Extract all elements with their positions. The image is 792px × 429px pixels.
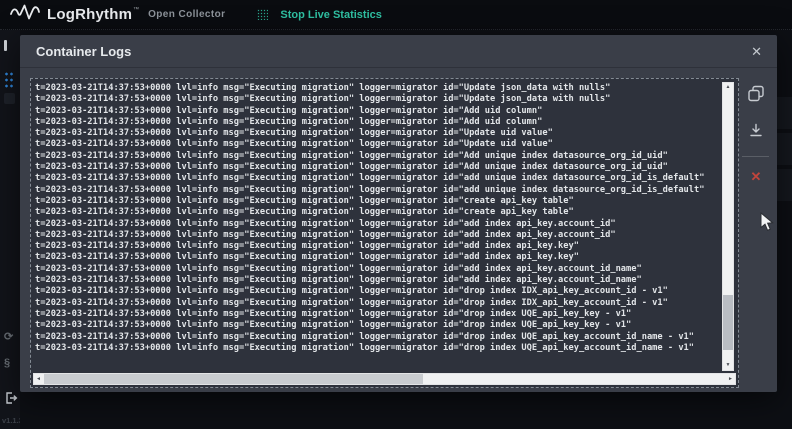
brand-product: Open Collector bbox=[148, 9, 225, 20]
log-line: t=2023-03-21T14:37:53+0000 lvl=info msg=… bbox=[35, 275, 718, 286]
scroll-right-icon[interactable]: ► bbox=[726, 374, 735, 384]
stop-live-statistics-link[interactable]: Stop Live Statistics bbox=[257, 9, 381, 21]
background-row bbox=[777, 169, 792, 201]
log-line: t=2023-03-21T14:37:53+0000 lvl=info msg=… bbox=[35, 230, 718, 241]
vertical-scrollbar-thumb[interactable] bbox=[723, 295, 733, 350]
log-line: t=2023-03-21T14:37:53+0000 lvl=info msg=… bbox=[35, 207, 718, 218]
sidebar-icon[interactable]: ⟳ bbox=[4, 330, 13, 343]
log-line: t=2023-03-21T14:37:53+0000 lvl=info msg=… bbox=[35, 264, 718, 275]
brand: LogRhythm ™ Open Collector bbox=[10, 3, 225, 26]
background-row bbox=[777, 97, 792, 129]
app-header: LogRhythm ™ Open Collector Stop Live Sta… bbox=[0, 0, 792, 30]
scroll-left-icon[interactable]: ◄ bbox=[34, 374, 43, 384]
log-line: t=2023-03-21T14:37:53+0000 lvl=info msg=… bbox=[35, 219, 718, 230]
log-line: t=2023-03-21T14:37:53+0000 lvl=info msg=… bbox=[35, 173, 718, 184]
apps-dots-icon[interactable] bbox=[4, 71, 15, 88]
close-icon[interactable]: ✕ bbox=[751, 45, 762, 58]
log-line: t=2023-03-21T14:37:53+0000 lvl=info msg=… bbox=[35, 83, 718, 94]
sidebar-icon[interactable]: § bbox=[4, 357, 10, 369]
horizontal-scrollbar[interactable]: ◄ ► bbox=[33, 373, 736, 385]
copy-icon[interactable] bbox=[748, 85, 765, 105]
log-lines: t=2023-03-21T14:37:53+0000 lvl=info msg=… bbox=[35, 83, 718, 367]
log-line: t=2023-03-21T14:37:53+0000 lvl=info msg=… bbox=[35, 162, 718, 173]
log-line: t=2023-03-21T14:37:53+0000 lvl=info msg=… bbox=[35, 343, 718, 354]
horizontal-scrollbar-thumb[interactable] bbox=[44, 374, 423, 384]
log-line: t=2023-03-21T14:37:53+0000 lvl=info msg=… bbox=[35, 332, 718, 343]
live-stats-icon bbox=[257, 9, 268, 20]
log-line: t=2023-03-21T14:37:53+0000 lvl=info msg=… bbox=[35, 128, 718, 139]
wave-logo-icon bbox=[10, 3, 40, 26]
logout-icon[interactable] bbox=[4, 391, 18, 410]
background-row bbox=[777, 133, 792, 165]
log-line: t=2023-03-21T14:37:53+0000 lvl=info msg=… bbox=[35, 196, 718, 207]
log-viewer[interactable]: t=2023-03-21T14:37:53+0000 lvl=info msg=… bbox=[30, 78, 739, 388]
action-divider bbox=[742, 156, 769, 157]
sidebar-icon[interactable] bbox=[4, 93, 15, 104]
log-line: t=2023-03-21T14:37:53+0000 lvl=info msg=… bbox=[35, 286, 718, 297]
collapsed-nav-icon[interactable] bbox=[4, 40, 7, 51]
brand-name: LogRhythm bbox=[47, 6, 132, 23]
modal-header: Container Logs ✕ bbox=[20, 35, 777, 68]
log-line: t=2023-03-21T14:37:53+0000 lvl=info msg=… bbox=[35, 139, 718, 150]
log-line: t=2023-03-21T14:37:53+0000 lvl=info msg=… bbox=[35, 106, 718, 117]
log-line: t=2023-03-21T14:37:53+0000 lvl=info msg=… bbox=[35, 117, 718, 128]
log-line: t=2023-03-21T14:37:53+0000 lvl=info msg=… bbox=[35, 241, 718, 252]
sidebar: ⟳ § v1.1.3 bbox=[0, 30, 20, 429]
download-icon[interactable] bbox=[749, 123, 764, 141]
log-line: t=2023-03-21T14:37:53+0000 lvl=info msg=… bbox=[35, 252, 718, 263]
log-line: t=2023-03-21T14:37:53+0000 lvl=info msg=… bbox=[35, 298, 718, 309]
log-line: t=2023-03-21T14:37:53+0000 lvl=info msg=… bbox=[35, 309, 718, 320]
container-logs-modal: Container Logs ✕ t=2023-03-21T14:37:53+0… bbox=[20, 35, 777, 392]
modal-title: Container Logs bbox=[36, 44, 131, 59]
vertical-scrollbar[interactable]: ▲ ▼ bbox=[722, 82, 734, 371]
scroll-down-icon[interactable]: ▼ bbox=[723, 361, 733, 370]
brand-trademark: ™ bbox=[133, 7, 139, 13]
remove-icon[interactable]: ✕ bbox=[751, 170, 762, 183]
log-actions: ✕ bbox=[744, 85, 768, 235]
log-line: t=2023-03-21T14:37:53+0000 lvl=info msg=… bbox=[35, 94, 718, 105]
stop-live-statistics-label: Stop Live Statistics bbox=[280, 9, 381, 21]
log-line: t=2023-03-21T14:37:53+0000 lvl=info msg=… bbox=[35, 185, 718, 196]
log-line: t=2023-03-21T14:37:53+0000 lvl=info msg=… bbox=[35, 320, 718, 331]
log-line: t=2023-03-21T14:37:53+0000 lvl=info msg=… bbox=[35, 151, 718, 162]
scroll-up-icon[interactable]: ▲ bbox=[723, 83, 733, 92]
version-label: v1.1.3 bbox=[2, 416, 20, 425]
